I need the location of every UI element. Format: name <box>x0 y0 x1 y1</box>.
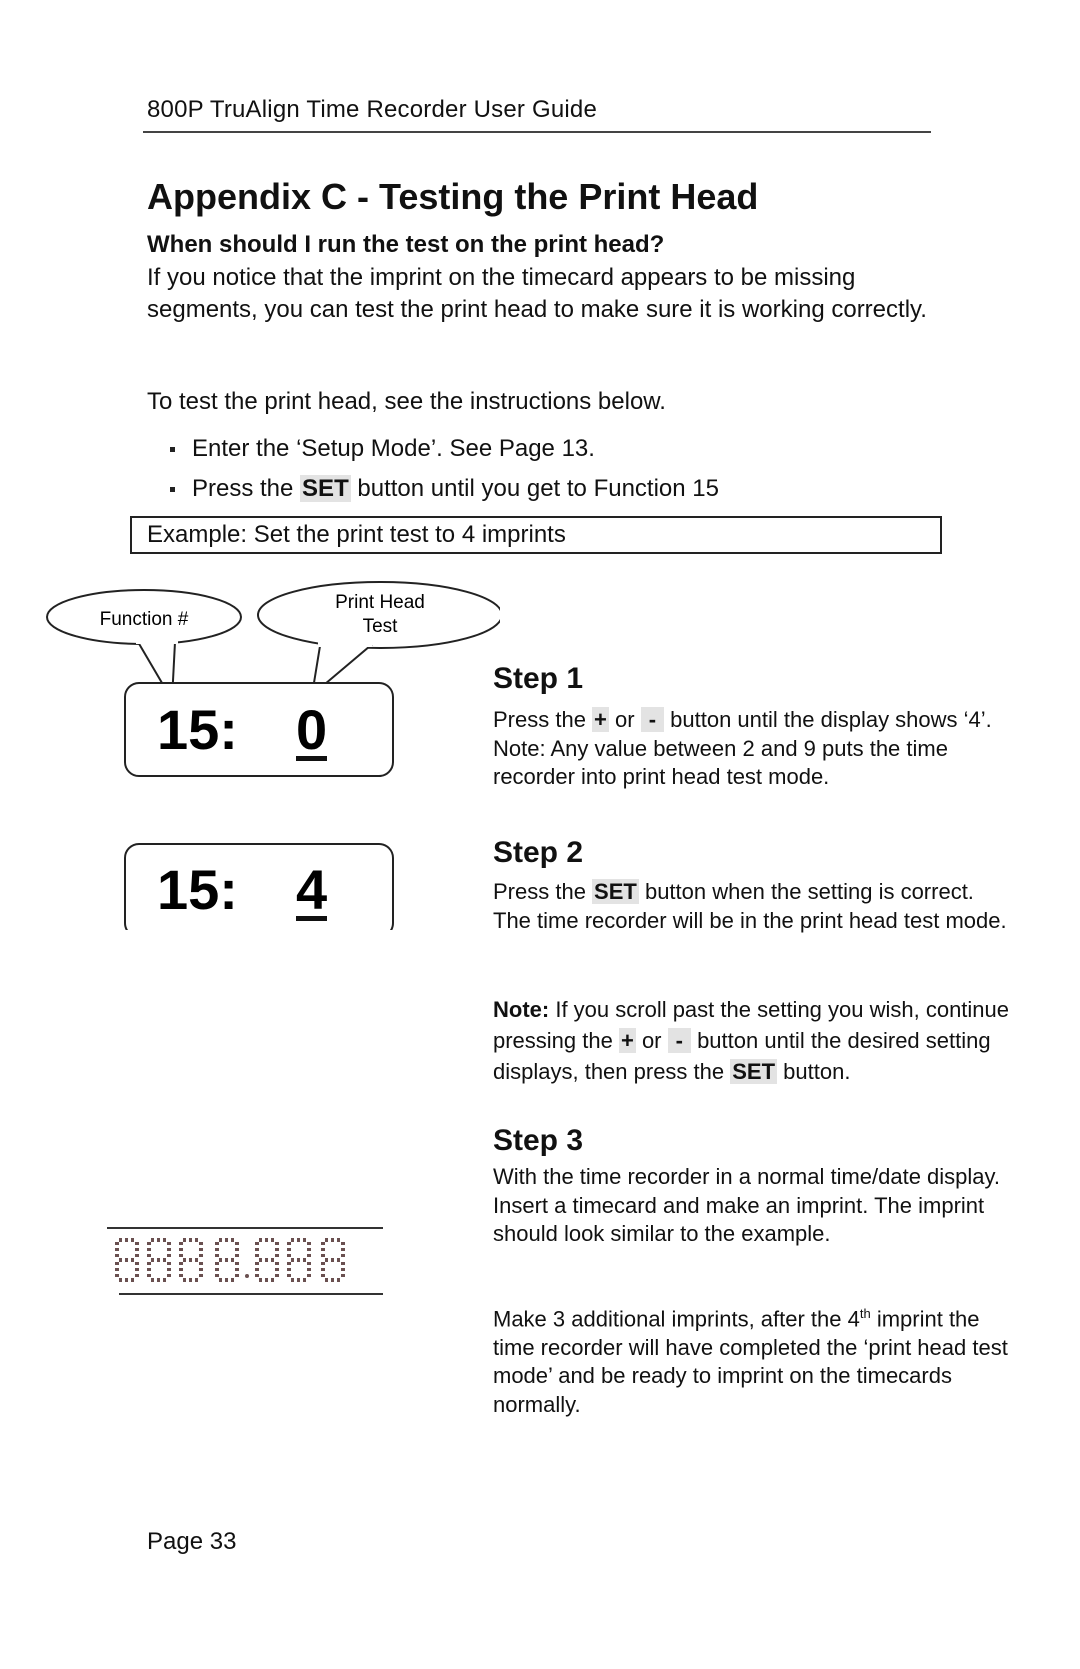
imprint-digit <box>215 1238 239 1282</box>
set-key-label: SET <box>592 879 639 904</box>
section-heading: When should I run the test on the print … <box>147 231 665 258</box>
bullet-icon <box>170 487 175 493</box>
value-underline <box>296 756 327 761</box>
lcd-value: 0 <box>296 698 327 761</box>
intro-paragraph: If you notice that the imprint on the ti… <box>147 264 927 323</box>
set-key-label: SET <box>300 475 351 502</box>
imprint-digit <box>287 1238 311 1282</box>
minus-key-label: - <box>667 1028 691 1053</box>
imprint-digit <box>147 1238 171 1282</box>
step-3-body: With the time recorder in a normal time/… <box>493 1164 1001 1246</box>
print-head-callout-line1: Print Head <box>335 592 425 613</box>
plus-key-label: + <box>618 1028 636 1053</box>
display-diagram: Function # Print Head Test 15: 0 15: 4 <box>46 581 500 930</box>
imprint-example-image <box>107 1227 383 1295</box>
print-head-callout-line2: Test <box>363 616 399 637</box>
imprint-colon <box>245 1274 249 1278</box>
page-title: Appendix C - Testing the Print Head <box>147 176 759 217</box>
function-callout-text: Function # <box>100 609 189 630</box>
minus-key-label: - <box>640 707 665 732</box>
set-key-label: SET <box>730 1059 778 1084</box>
instruction-list: Enter the ‘Setup Mode’. See Page 13. Pre… <box>170 435 719 515</box>
plus-key-label: + <box>592 707 609 732</box>
lcd-display-set: 15: 4 <box>124 843 394 930</box>
step-3-title: Step 3 <box>493 1124 584 1157</box>
imprint-digit <box>321 1238 345 1282</box>
step-2-body: Press the SET button when the setting is… <box>493 879 1007 933</box>
list-item: Press the SET button until you get to Fu… <box>170 475 719 515</box>
step-3-extra: Make 3 additional imprints, after the 4t… <box>493 1306 1008 1417</box>
imprint-digit <box>115 1238 139 1282</box>
step-1-body: Press the + or - button until the displa… <box>493 707 992 789</box>
running-header: 800P TruAlign Time Recorder User Guide <box>147 96 598 123</box>
step-1-title: Step 1 <box>493 662 584 695</box>
lcd-value: 4 <box>296 858 327 921</box>
lcd-function-number: 15: <box>157 698 238 761</box>
note-paragraph: Note: If you scroll past the setting you… <box>493 997 1010 1084</box>
value-underline <box>296 916 327 921</box>
list-item: Enter the ‘Setup Mode’. See Page 13. <box>170 435 719 475</box>
print-head-callout: Print Head Test <box>257 581 500 698</box>
page-number: Page 33 <box>147 1528 237 1555</box>
imprint-digit <box>255 1238 279 1282</box>
bullet-icon <box>170 447 175 453</box>
header-divider <box>143 131 931 133</box>
imprint-digit <box>179 1238 203 1282</box>
step-2-title: Step 2 <box>493 836 584 869</box>
instructions-lead: To test the print head, see the instruct… <box>147 388 666 415</box>
lcd-display-initial: 15: 0 <box>124 682 394 777</box>
lcd-function-number: 15: <box>157 858 238 921</box>
note-label: Note: <box>493 997 550 1022</box>
example-box: Example: Set the print test to 4 imprint… <box>130 516 942 554</box>
